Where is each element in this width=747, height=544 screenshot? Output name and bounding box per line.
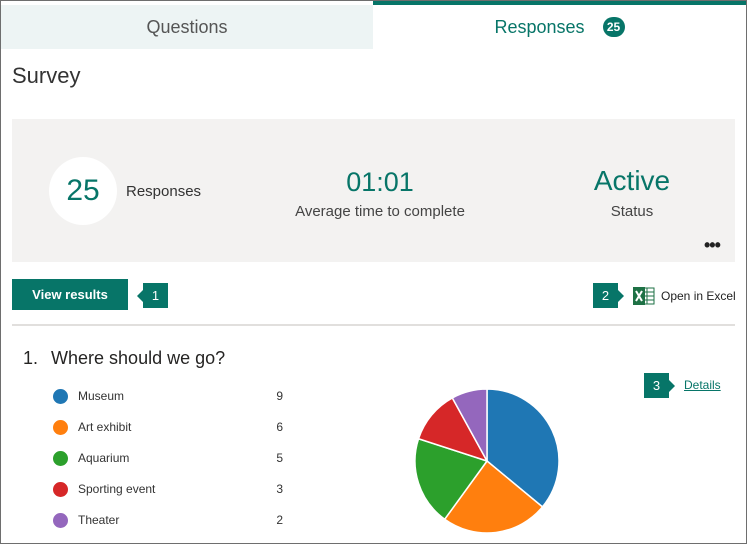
legend-item: Sporting event 3 [53, 479, 283, 499]
view-results-button[interactable]: View results [12, 279, 128, 310]
callout-2: 2 [593, 283, 624, 308]
average-time-label: Average time to complete [295, 203, 465, 220]
average-time-value: 01:01 [346, 167, 414, 197]
forms-window: Questions Responses 25 Survey 25 Respons… [0, 0, 747, 544]
details-link[interactable]: Details [684, 378, 721, 392]
legend-item: Theater 2 [53, 510, 283, 530]
legend-color-dot [53, 481, 68, 497]
legend-label: Museum [78, 389, 125, 403]
tab-questions[interactable]: Questions [1, 1, 373, 49]
responses-count-badge: 25 [602, 17, 625, 37]
responses-count-circle: 25 [49, 157, 117, 225]
responses-count: 25 [66, 174, 100, 207]
question-title: 1. Where should we go? [23, 348, 225, 369]
divider [12, 324, 735, 326]
responses-pie-chart [414, 388, 560, 534]
question-text: Where should we go? [51, 348, 226, 368]
ellipsis-icon[interactable]: ••• [704, 236, 721, 254]
legend-color-dot [53, 450, 68, 466]
legend-label: Sporting event [78, 482, 156, 496]
open-in-excel-link[interactable]: Open in Excel [633, 286, 736, 306]
callout-1: 1 [137, 283, 168, 308]
legend-count: 5 [276, 451, 283, 465]
legend-count: 9 [276, 389, 283, 403]
callout-3: 3 [644, 373, 675, 398]
legend-item: Art exhibit 6 [53, 417, 283, 437]
legend-color-dot [53, 419, 68, 435]
open-in-excel-label: Open in Excel [661, 289, 736, 303]
legend-item: Museum 9 [53, 386, 283, 406]
legend-label: Art exhibit [78, 420, 132, 434]
tab-questions-label: Questions [146, 16, 228, 37]
legend-count: 2 [276, 513, 283, 527]
summary-panel: 25 Responses 01:01 Average time to compl… [12, 119, 735, 262]
status-label: Status [610, 203, 654, 220]
question-number: 1. [23, 348, 39, 368]
tab-bar: Questions Responses 25 [1, 1, 746, 49]
form-title: Survey [12, 63, 81, 88]
status-value: Active [593, 165, 671, 196]
legend-color-dot [53, 512, 68, 528]
excel-icon [633, 287, 655, 305]
legend-label: Theater [78, 513, 120, 527]
tab-responses[interactable]: Responses 25 [373, 1, 746, 49]
legend-item: Aquarium 5 [53, 448, 283, 468]
legend-count: 3 [276, 482, 283, 496]
legend-count: 6 [276, 420, 283, 434]
tab-responses-label: Responses [494, 16, 585, 37]
legend-color-dot [53, 388, 68, 404]
responses-label: Responses [126, 183, 202, 200]
legend-label: Aquarium [78, 451, 130, 465]
